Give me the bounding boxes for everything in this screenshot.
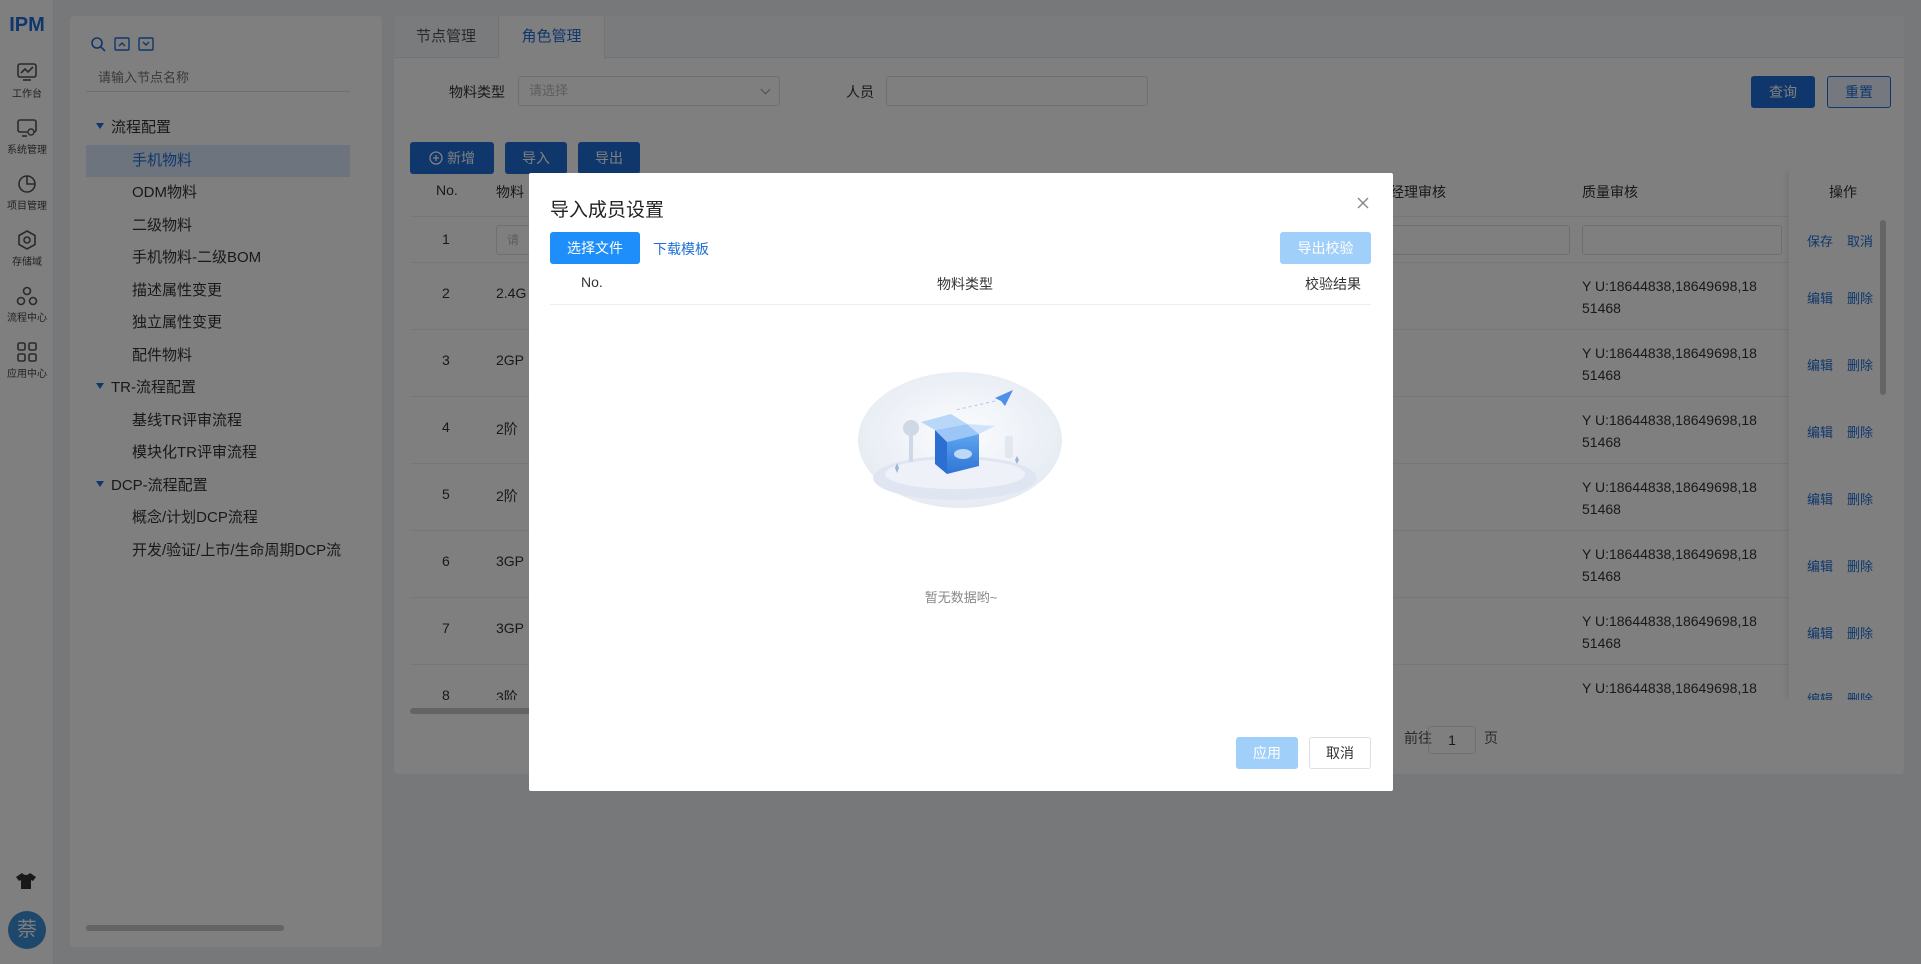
empty-box-illustration — [858, 372, 1062, 508]
download-template-link[interactable]: 下载模板 — [653, 239, 709, 259]
dialog-col-no: No. — [581, 274, 603, 290]
close-icon[interactable] — [1355, 195, 1371, 211]
dialog-col-result: 校验结果 — [1305, 276, 1361, 292]
apply-button[interactable]: 应用 — [1236, 737, 1298, 769]
empty-state-text: 暂无数据哟~ — [924, 590, 998, 605]
dialog-title: 导入成员设置 — [550, 200, 665, 221]
export-check-button[interactable]: 导出校验 — [1280, 232, 1371, 264]
table-divider — [550, 304, 1371, 305]
select-file-button[interactable]: 选择文件 — [550, 232, 640, 264]
import-members-dialog: 导入成员设置 选择文件 下载模板 导出校验 No. 物料类型 校验结果 暂无数据… — [529, 173, 1393, 791]
cancel-button[interactable]: 取消 — [1309, 737, 1371, 769]
dialog-col-material-type: 物料类型 — [937, 276, 993, 292]
